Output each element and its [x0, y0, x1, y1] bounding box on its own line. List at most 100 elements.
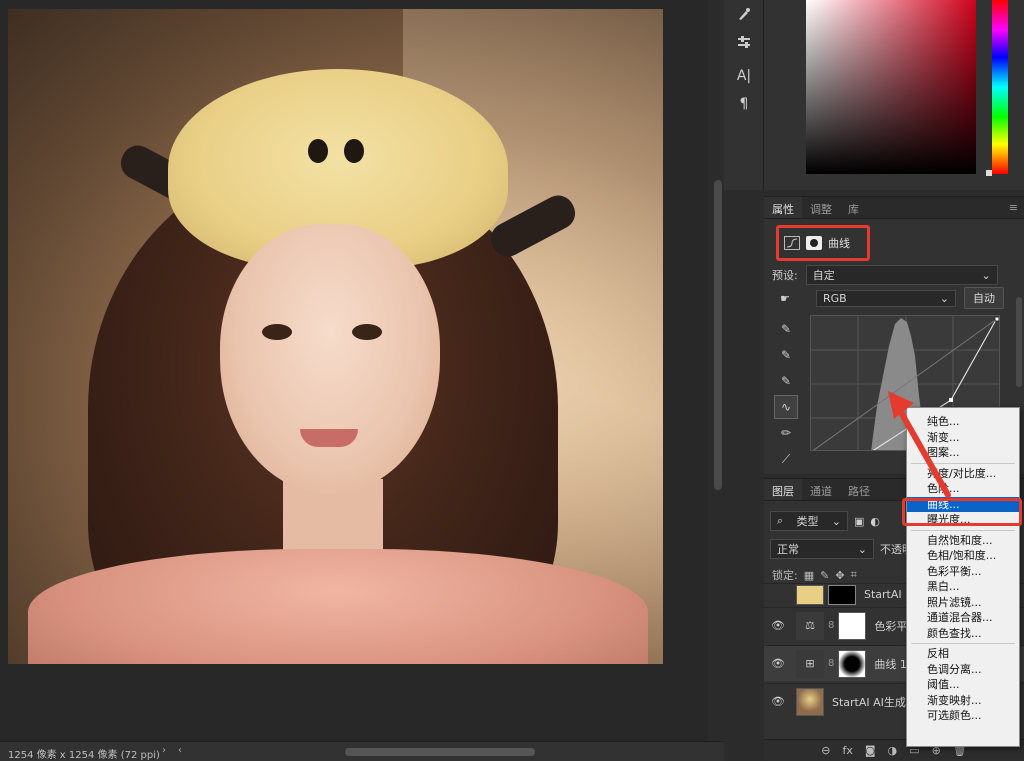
- menu-item[interactable]: 阈值...: [907, 677, 1019, 693]
- link-icon[interactable]: 8: [828, 658, 834, 669]
- new-adjustment-icon[interactable]: ◑: [888, 744, 898, 757]
- chevron-down-icon: ⌄: [831, 514, 841, 528]
- add-mask-icon[interactable]: ◙: [865, 744, 876, 757]
- curve-point-tool-icon[interactable]: ∿: [774, 395, 798, 419]
- hat-eye-right: [344, 139, 364, 163]
- menu-item[interactable]: 照片滤镜...: [907, 595, 1019, 611]
- lock-pixels-icon[interactable]: ▦: [804, 569, 814, 582]
- preset-label: 预设:: [772, 269, 798, 282]
- curves-header: 曲线: [776, 225, 870, 261]
- scroll-thumb[interactable]: [714, 180, 722, 490]
- menu-item[interactable]: 色调分离...: [907, 662, 1019, 678]
- layer-filter-row: ⌕ 类型 ⌄ ▣ ◐: [770, 511, 880, 531]
- eye-icon[interactable]: 👁: [764, 619, 792, 632]
- color-balance-icon: ⚖: [796, 611, 824, 640]
- eye-icon[interactable]: 👁: [764, 657, 792, 670]
- adjustment-title: 曲线: [828, 237, 850, 250]
- menu-divider: [911, 529, 1015, 531]
- document-canvas[interactable]: [0, 0, 708, 741]
- lock-row: 锁定: ▦ ✎ ✥ ⌗: [772, 567, 857, 583]
- link-icon[interactable]: 8: [828, 620, 834, 631]
- tab-layers[interactable]: 图层: [764, 479, 802, 500]
- paragraph-icon[interactable]: ¶: [724, 90, 764, 118]
- pencil-icon[interactable]: ✏: [774, 421, 798, 445]
- auto-button[interactable]: 自动: [964, 287, 1004, 309]
- menu-item[interactable]: 色相/饱和度...: [907, 548, 1019, 564]
- layer-mask-thumbnail: [828, 584, 856, 605]
- canvas-vertical-scrollbar[interactable]: [712, 0, 724, 741]
- color-panel: [764, 0, 1024, 190]
- eyedropper-gray-icon[interactable]: ✎: [774, 343, 798, 367]
- chevron-right-icon[interactable]: ›: [162, 745, 166, 756]
- lock-paint-icon[interactable]: ✎: [820, 569, 829, 582]
- image-filter-icon[interactable]: ▣: [854, 515, 864, 528]
- layer-name: 曲线 1: [874, 657, 907, 671]
- channel-row: ☛ RGB ⌄ 自动: [772, 287, 1004, 309]
- tab-libraries[interactable]: 库: [840, 197, 867, 218]
- hue-marker[interactable]: [986, 170, 992, 176]
- tab-properties[interactable]: 属性: [764, 197, 802, 218]
- menu-item[interactable]: 可选颜色...: [907, 708, 1019, 724]
- target-adjust-hand-icon[interactable]: ☛: [772, 292, 798, 305]
- type-icon[interactable]: A|: [724, 62, 764, 90]
- adjustment-filter-icon[interactable]: ◐: [870, 515, 880, 528]
- adjust-sliders-icon[interactable]: [724, 28, 764, 56]
- menu-item[interactable]: 渐变映射...: [907, 693, 1019, 709]
- preset-select[interactable]: 自定 ⌄: [805, 265, 998, 285]
- brush-icon[interactable]: [724, 0, 764, 28]
- chevron-down-icon: ⌄: [939, 291, 949, 305]
- chevron-left-icon[interactable]: ‹: [178, 745, 182, 756]
- layer-filter-select[interactable]: ⌕ 类型 ⌄: [770, 511, 848, 531]
- document-info: 1254 像素 x 1254 像素 (72 ppi): [8, 750, 160, 761]
- eyedropper-black-icon[interactable]: ✎: [774, 317, 798, 341]
- chevron-down-icon: ⌄: [857, 542, 867, 556]
- menu-item[interactable]: 黑白...: [907, 579, 1019, 595]
- preset-row: 预设: 自定 ⌄: [772, 265, 998, 285]
- blend-mode-value: 正常: [777, 543, 799, 556]
- layer-name: 色彩平: [874, 619, 908, 633]
- tab-paths[interactable]: 路径: [840, 479, 878, 500]
- mask-icon[interactable]: [806, 236, 822, 250]
- menu-item[interactable]: 自然饱和度...: [907, 533, 1019, 549]
- face: [220, 224, 440, 494]
- layer-mask-thumbnail: [838, 649, 867, 678]
- eyedropper-white-icon[interactable]: ✎: [774, 369, 798, 393]
- layer-thumbnail: [796, 687, 824, 716]
- link-layers-icon[interactable]: ⊖: [821, 744, 830, 757]
- eye-icon[interactable]: 👁: [764, 695, 792, 708]
- sweater: [28, 549, 648, 664]
- blend-row: 正常 ⌄ 不透明: [770, 539, 913, 559]
- properties-tabs: 属性 调整 库: [764, 197, 1024, 219]
- tab-adjustments[interactable]: 调整: [802, 197, 840, 218]
- scroll-thumb[interactable]: [1016, 297, 1022, 387]
- chevron-down-icon: ⌄: [981, 268, 991, 282]
- fx-icon[interactable]: fx: [842, 744, 852, 757]
- curves-adjustment-icon[interactable]: [784, 236, 800, 250]
- layer-name: StartAI AI生成: [832, 695, 906, 709]
- hat-eye-left: [308, 139, 328, 163]
- smooth-icon[interactable]: ⟋: [774, 447, 798, 471]
- menu-item[interactable]: 反相: [907, 646, 1019, 662]
- menu-item[interactable]: 色彩平衡...: [907, 564, 1019, 580]
- hamburger-icon[interactable]: ≡: [1009, 201, 1018, 214]
- lock-artboard-icon[interactable]: ⌗: [851, 568, 857, 582]
- tab-channels[interactable]: 通道: [802, 479, 840, 500]
- menu-divider: [911, 643, 1015, 644]
- layer-filter-value: 类型: [796, 515, 819, 528]
- lock-position-icon[interactable]: ✥: [835, 569, 844, 582]
- horizontal-scrollbar[interactable]: [190, 748, 710, 756]
- eye-left: [262, 324, 292, 340]
- blend-mode-select[interactable]: 正常 ⌄: [770, 539, 874, 559]
- eye-right: [352, 324, 382, 340]
- search-icon: ⌕: [777, 514, 784, 527]
- menu-item[interactable]: 通道混合器...: [907, 610, 1019, 626]
- color-field[interactable]: [806, 0, 976, 174]
- panel-tool-strip: A| ¶: [724, 0, 764, 190]
- curves-icon: ⊞: [796, 649, 824, 678]
- scroll-thumb[interactable]: [345, 748, 535, 756]
- hue-slider[interactable]: [986, 0, 1008, 176]
- mouth: [300, 429, 358, 447]
- channel-select[interactable]: RGB ⌄: [816, 289, 956, 307]
- portrait-photo: [8, 9, 663, 664]
- menu-item[interactable]: 颜色查找...: [907, 626, 1019, 642]
